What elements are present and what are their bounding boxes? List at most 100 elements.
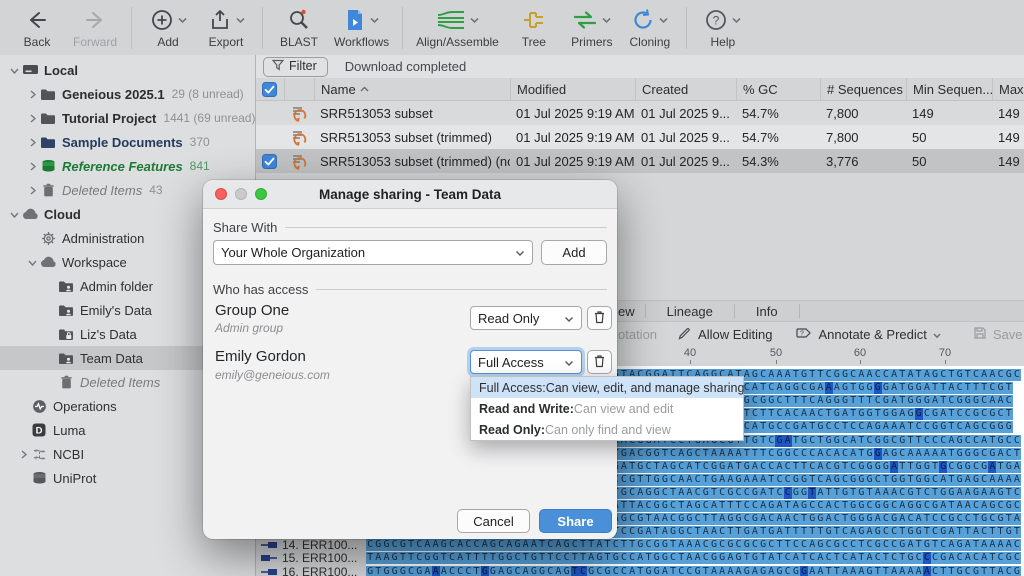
base-char: A bbox=[718, 474, 726, 486]
tab-lineage[interactable]: Lineage bbox=[646, 304, 734, 319]
column-header-max-s-[interactable]: Max S... bbox=[992, 78, 1024, 100]
annotate-predict-button[interactable]: ? Annotate & Predict bbox=[784, 326, 952, 343]
base-char: A bbox=[784, 513, 792, 525]
toolbar-button-align[interactable]: Align/Assemble bbox=[410, 3, 505, 53]
sequence-row[interactable]: 16. ERR100...GTGGGCGAAACCCTGGAGCAGGCAGTC… bbox=[256, 566, 1024, 576]
sidebar-item-sample-documents[interactable]: Sample Documents370 bbox=[0, 130, 255, 154]
base-char: T bbox=[825, 408, 833, 420]
select-all-checkbox[interactable] bbox=[256, 78, 284, 100]
sequence-read-label[interactable]: 14. ERR100... bbox=[260, 539, 364, 551]
base-char: T bbox=[743, 448, 751, 460]
expander-closed-icon[interactable] bbox=[26, 159, 39, 174]
base-char: G bbox=[906, 526, 914, 538]
expander-open-icon[interactable] bbox=[26, 255, 39, 270]
base-char: G bbox=[661, 539, 669, 551]
toolbar-button-tree[interactable]: Tree bbox=[505, 3, 563, 53]
base-char: T bbox=[751, 448, 759, 460]
tab-info[interactable]: Info bbox=[735, 304, 799, 319]
base-char: T bbox=[759, 421, 767, 433]
expander-closed-icon[interactable] bbox=[26, 111, 39, 126]
add-button[interactable]: Add bbox=[541, 240, 607, 265]
menu-item-read-and-write-[interactable]: Read and Write: Can view and edit bbox=[471, 398, 743, 419]
base-char: A bbox=[816, 448, 824, 460]
expander-closed-icon[interactable] bbox=[26, 183, 39, 198]
sidebar-item-geneious-2025-1[interactable]: Geneious 2025.129 (8 unread) bbox=[0, 82, 255, 106]
zoom-window-button[interactable] bbox=[255, 188, 267, 200]
table-row[interactable]: SRR513053 subset (trimmed)01 Jul 2025 9:… bbox=[256, 125, 1024, 149]
column-header-name[interactable]: Name bbox=[314, 78, 510, 100]
table-row[interactable]: SRR513053 subset01 Jul 2025 9:19 AM01 Ju… bbox=[256, 101, 1024, 125]
close-window-button[interactable] bbox=[215, 188, 227, 200]
base-char: A bbox=[734, 448, 742, 460]
base-char: A bbox=[980, 435, 988, 447]
toolbar-button-blast[interactable]: BLAST bbox=[270, 3, 328, 53]
access-level-select-emily[interactable]: Full Access bbox=[470, 350, 582, 374]
base-char: T bbox=[743, 552, 751, 564]
expander-open-icon[interactable] bbox=[8, 63, 21, 78]
sidebar-item-reference-features[interactable]: Reference Features841 bbox=[0, 154, 255, 178]
menu-item-full-access-[interactable]: Full Access: Can view, edit, and manage … bbox=[471, 377, 743, 398]
toolbar-button-help[interactable]: ?Help bbox=[694, 3, 752, 53]
dialog-title-bar[interactable]: Manage sharing - Team Data bbox=[203, 180, 617, 209]
expander-closed-icon[interactable] bbox=[26, 135, 39, 150]
base-char: G bbox=[956, 395, 964, 407]
sequence-read-label[interactable]: 16. ERR100... bbox=[260, 566, 364, 576]
toolbar-button-add[interactable]: Add bbox=[139, 3, 197, 53]
base-char: A bbox=[898, 566, 906, 576]
cancel-button[interactable]: Cancel bbox=[457, 509, 530, 533]
toolbar-button-workflows[interactable]: Workflows bbox=[328, 3, 395, 53]
annotation-fragment-label[interactable]: otation bbox=[618, 327, 657, 342]
base-char: A bbox=[923, 566, 931, 576]
toolbar-button-forward[interactable]: Forward bbox=[66, 3, 124, 53]
base-char: A bbox=[759, 500, 767, 512]
column-header-created[interactable]: Created bbox=[635, 78, 736, 100]
sidebar-item-local[interactable]: Local bbox=[0, 58, 255, 82]
column-header-min-sequen-[interactable]: Min Sequen... bbox=[906, 78, 992, 100]
sequence-row[interactable]: 15. ERR100...TAAGTTCGGTCATTTTGGCTGTTCCTT… bbox=[256, 552, 1024, 564]
expander-closed-icon[interactable] bbox=[17, 447, 30, 462]
save-button[interactable]: Save bbox=[961, 326, 1024, 343]
allow-editing-button[interactable]: Allow Editing bbox=[665, 326, 784, 344]
row-checkbox[interactable] bbox=[256, 154, 284, 169]
base-char: T bbox=[882, 566, 890, 576]
sequence-read-label[interactable]: 15. ERR100... bbox=[260, 552, 364, 564]
toolbar-button-primers[interactable]: Primers bbox=[563, 3, 621, 53]
computer-icon bbox=[21, 63, 39, 77]
remove-access-button[interactable] bbox=[587, 306, 612, 330]
export-icon bbox=[208, 8, 232, 32]
base-char: G bbox=[923, 474, 931, 486]
base-char: C bbox=[833, 500, 841, 512]
base-char: T bbox=[906, 435, 914, 447]
share-button[interactable]: Share bbox=[539, 509, 612, 533]
filter-button[interactable]: Filter bbox=[263, 57, 328, 77]
sequence-row[interactable]: 14. ERR100...CGGCGTCAAGCACCAGCAGAATCAGCT… bbox=[256, 539, 1024, 551]
table-row[interactable]: SRR513053 subset (trimmed) (nor...01 Jul… bbox=[256, 149, 1024, 173]
base-char: G bbox=[603, 566, 611, 576]
base-char: C bbox=[702, 500, 710, 512]
base-char: T bbox=[669, 539, 677, 551]
remove-access-button[interactable] bbox=[587, 350, 612, 374]
sidebar-item-label: UniProt bbox=[53, 471, 96, 486]
minimize-window-button[interactable] bbox=[235, 188, 247, 200]
expander-open-icon[interactable] bbox=[8, 207, 21, 222]
expander-closed-icon[interactable] bbox=[26, 87, 39, 102]
toolbar-button-back[interactable]: Back bbox=[8, 3, 66, 53]
column-header--gc[interactable]: % GC bbox=[736, 78, 820, 100]
share-with-select[interactable]: Your Whole Organization bbox=[213, 240, 533, 265]
column-header--sequences[interactable]: # Sequences bbox=[820, 78, 906, 100]
tab-fragment[interactable]: ew bbox=[618, 304, 645, 319]
base-char: T bbox=[808, 487, 816, 499]
column-header-modified[interactable]: Modified bbox=[510, 78, 635, 100]
table-cell: 149 bbox=[992, 130, 1024, 145]
base-char: T bbox=[857, 552, 865, 564]
base-char: T bbox=[784, 526, 792, 538]
access-level-select-group-one[interactable]: Read Only bbox=[470, 306, 582, 330]
sidebar-item-tutorial-project[interactable]: Tutorial Project1441 (69 unread) bbox=[0, 106, 255, 130]
base-char: G bbox=[694, 566, 702, 576]
toolbar-button-export[interactable]: Export bbox=[197, 3, 255, 53]
base-char: T bbox=[964, 382, 972, 394]
base-char: C bbox=[644, 539, 652, 551]
toolbar-button-cloning[interactable]: Cloning bbox=[621, 3, 679, 53]
base-char: G bbox=[653, 566, 661, 576]
menu-item-read-only-[interactable]: Read Only: Can only find and view bbox=[471, 419, 743, 440]
